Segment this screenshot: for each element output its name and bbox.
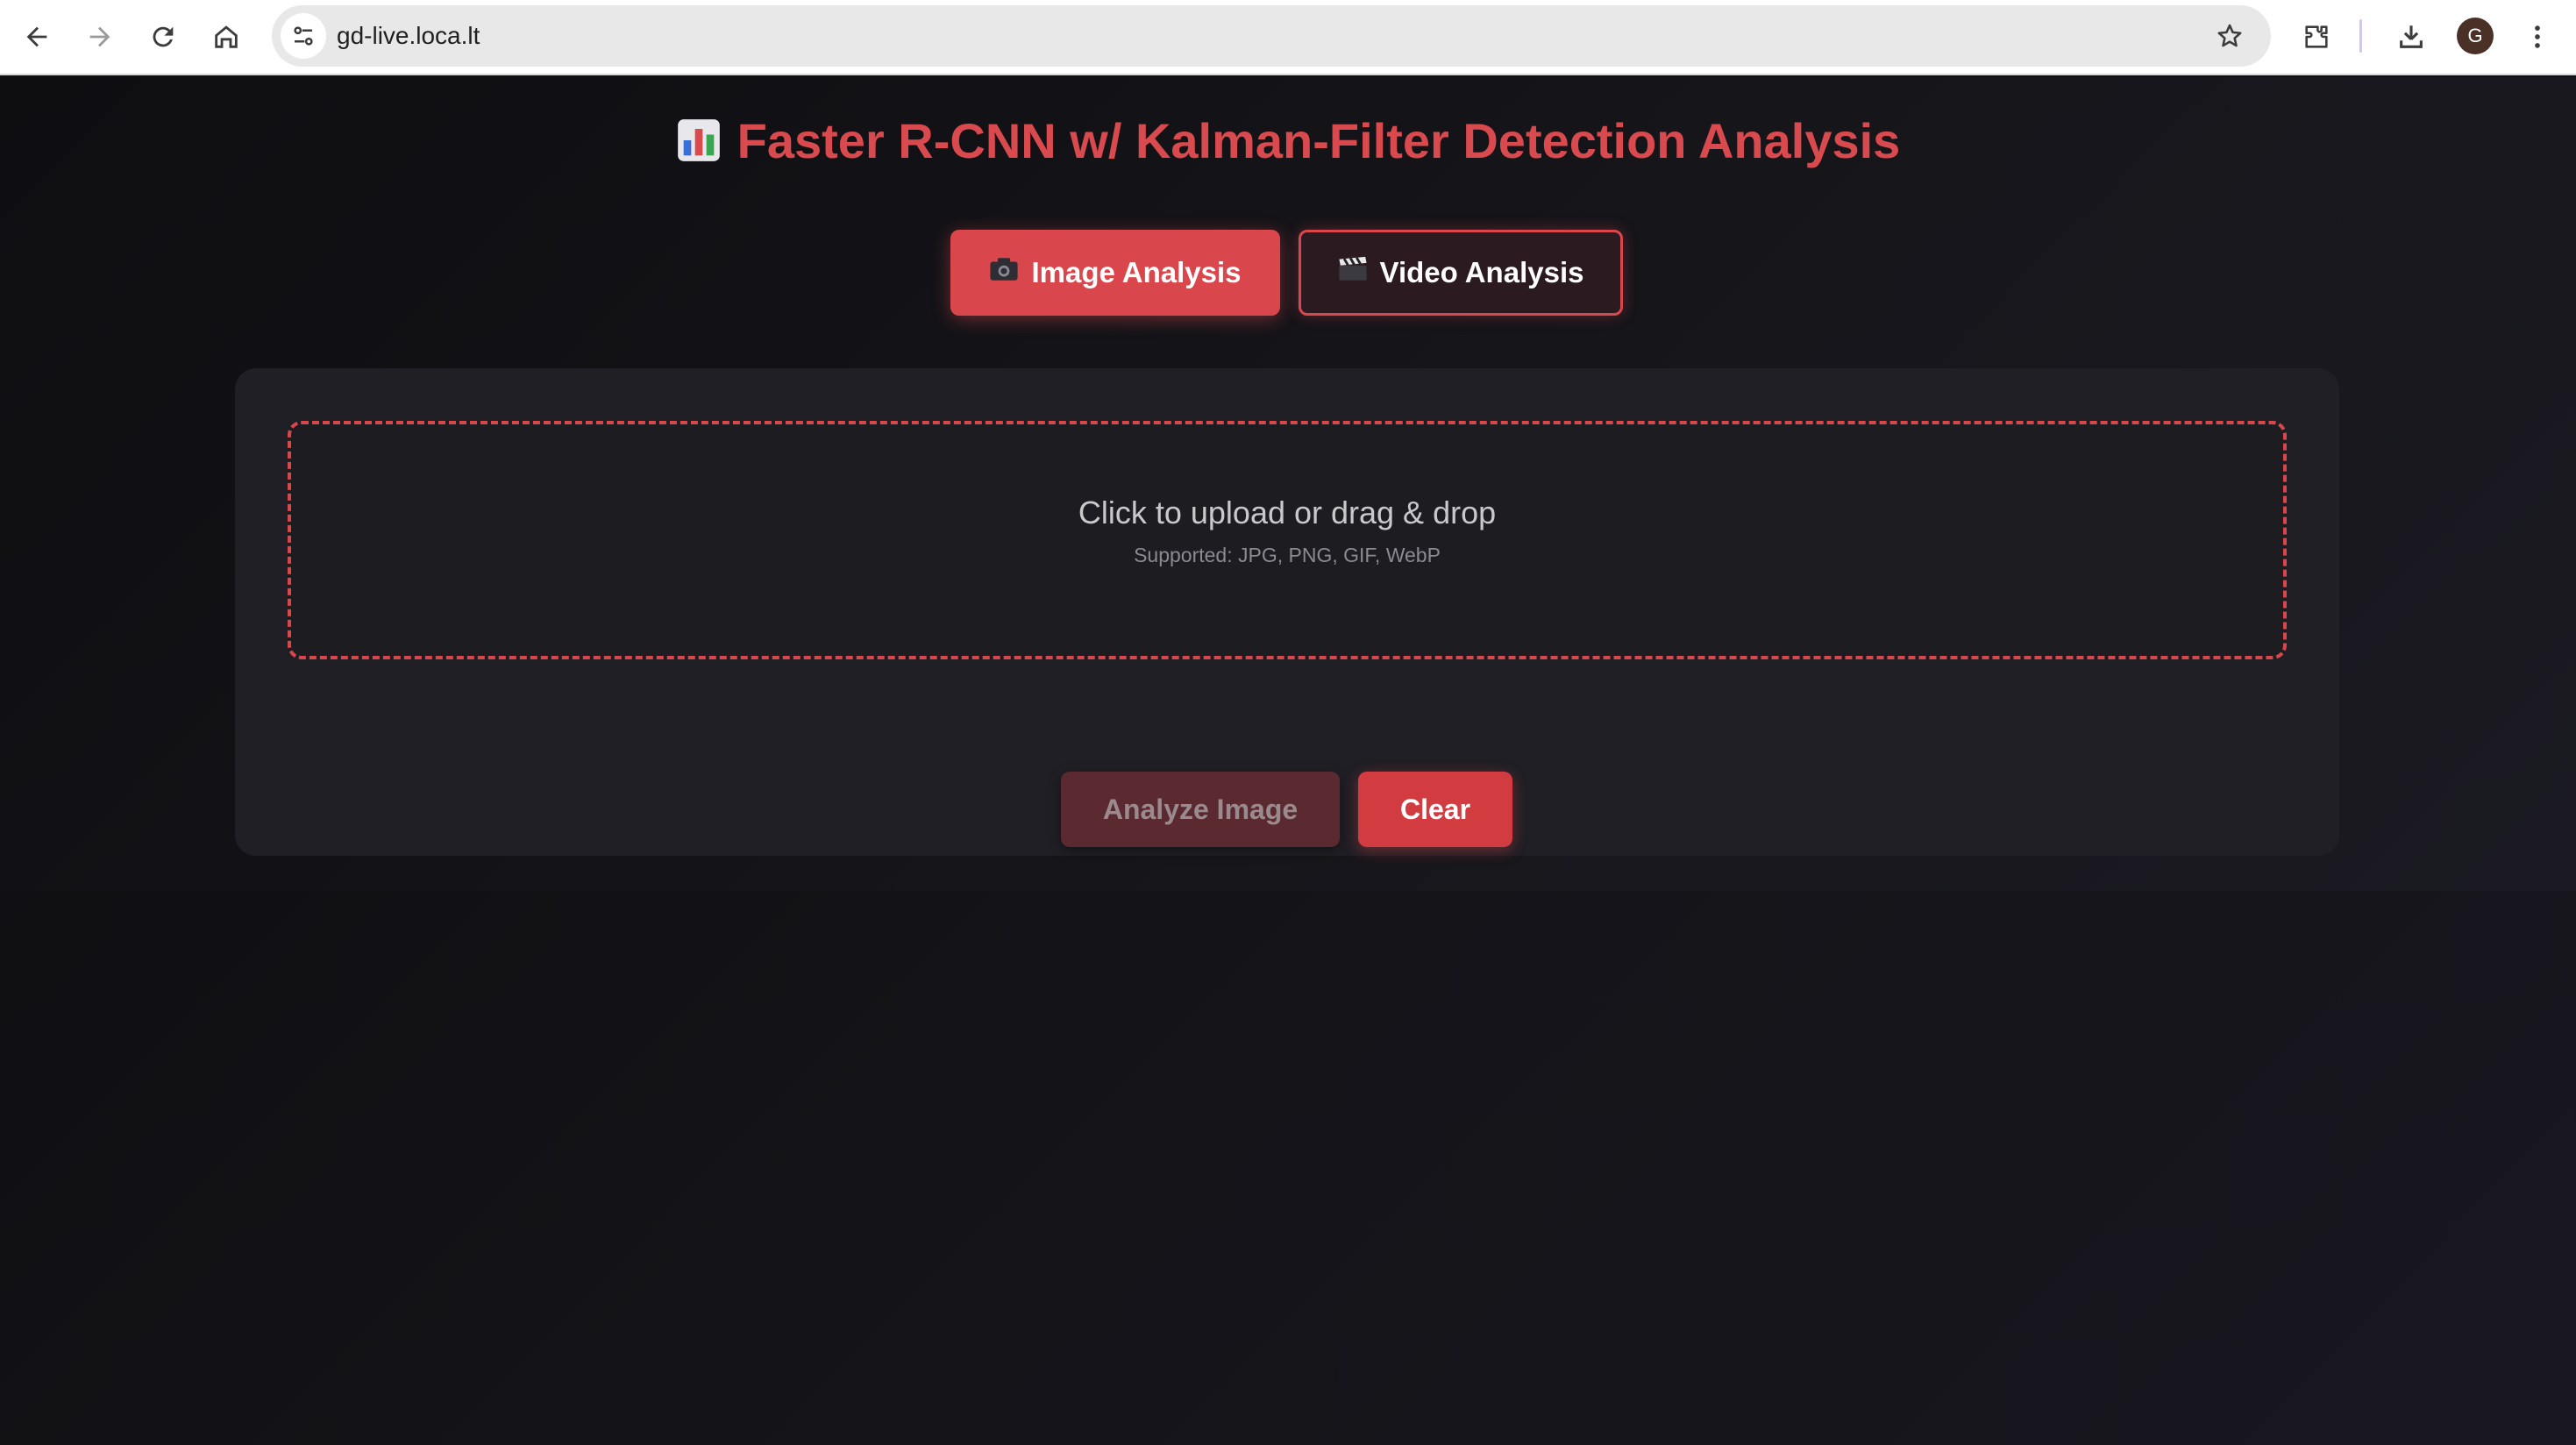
puzzle-icon[interactable] [2294,14,2339,60]
tab-image-analysis[interactable]: Image Analysis [950,230,1280,316]
home-icon[interactable] [203,14,249,60]
tab-video-label: Video Analysis [1379,256,1584,288]
bar-chart-icon [676,117,722,174]
page-title: Faster R-CNN w/ Kalman-Filter Detection … [0,112,2576,174]
browser-toolbar: gd-live.loca.lt G [0,0,2576,75]
address-bar[interactable]: gd-live.loca.lt [272,5,2271,67]
page-body: Faster R-CNN w/ Kalman-Filter Detection … [0,77,2576,1445]
analyze-image-button[interactable]: Analyze Image [1061,772,1340,847]
url-text[interactable]: gd-live.loca.lt [337,5,480,67]
profile-avatar[interactable]: G [2457,18,2494,54]
upload-instruction: Click to upload or drag & drop [1078,495,1497,530]
tab-image-label: Image Analysis [1031,256,1242,288]
tab-video-analysis[interactable]: Video Analysis [1299,230,1623,316]
upload-card: Click to upload or drag & drop Supported… [235,368,2339,856]
site-settings-icon[interactable] [281,13,326,59]
app-container: Faster R-CNN w/ Kalman-Filter Detection … [0,77,2576,891]
star-icon[interactable] [2211,18,2248,54]
clear-button[interactable]: Clear [1358,772,1512,847]
camera-icon [989,256,1019,289]
forward-arrow-icon[interactable] [77,14,123,60]
upload-dropzone[interactable]: Click to upload or drag & drop Supported… [288,421,2287,659]
toolbar-divider [2359,19,2362,53]
kebab-menu-icon[interactable] [2515,14,2560,60]
reload-icon[interactable] [140,14,186,60]
clapperboard-icon [1338,256,1368,289]
page-title-text: Faster R-CNN w/ Kalman-Filter Detection … [737,113,1901,168]
download-icon[interactable] [2388,14,2434,60]
back-arrow-icon[interactable] [14,14,60,60]
supported-formats: Supported: JPG, PNG, GIF, WebP [1134,544,1441,566]
